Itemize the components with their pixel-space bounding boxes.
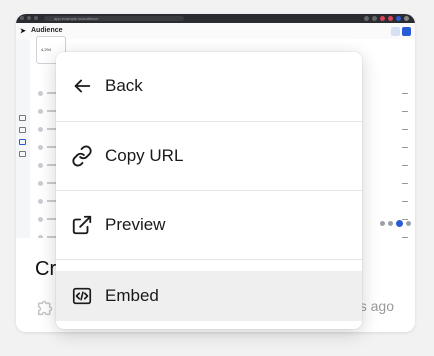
menu-item-preview[interactable]: Preview: [56, 200, 362, 250]
context-menu: Back Copy URL Preview Embed: [56, 52, 362, 329]
app-header: ➤ Audience: [16, 23, 415, 40]
menu-item-label: Embed: [105, 286, 159, 305]
menu-item-copy-url[interactable]: Copy URL: [56, 131, 362, 181]
nav-icon: [19, 151, 26, 157]
url-text: app.example.io/audience: [54, 16, 99, 21]
menu-item-embed[interactable]: Embed: [56, 271, 362, 321]
menu-item-back[interactable]: Back: [56, 61, 362, 111]
app-info-icon: [391, 27, 400, 36]
link-icon: [70, 144, 94, 168]
nav-icon: [19, 139, 26, 145]
app-logo-icon: ➤: [20, 28, 26, 35]
menu-item-label: Copy URL: [105, 146, 184, 165]
menu-item-label: Back: [105, 76, 143, 95]
menu-item-label: Preview: [105, 215, 166, 234]
puzzle-icon: [35, 296, 57, 324]
app-sidebar: [16, 39, 31, 257]
app-title: Audience: [31, 27, 63, 34]
nav-icon: [19, 115, 26, 121]
menu-divider: [56, 190, 362, 191]
address-bar: app.example.io/audience: [44, 16, 184, 21]
arrow-left-icon: [70, 74, 94, 98]
external-link-icon: [70, 213, 94, 237]
menu-divider: [56, 121, 362, 122]
browser-extension-icons: [364, 16, 409, 21]
app-action-icon: [402, 27, 411, 36]
stat-tile-value: 4,294: [41, 47, 52, 52]
nav-icon: [19, 127, 26, 133]
timestamp: s ago: [359, 298, 394, 314]
browser-toolbar: app.example.io/audience: [16, 14, 415, 23]
menu-divider: [56, 259, 362, 260]
card-title: Cr: [35, 258, 57, 280]
code-icon: [70, 284, 94, 308]
pagination: [380, 220, 411, 227]
window-controls: [20, 16, 38, 20]
